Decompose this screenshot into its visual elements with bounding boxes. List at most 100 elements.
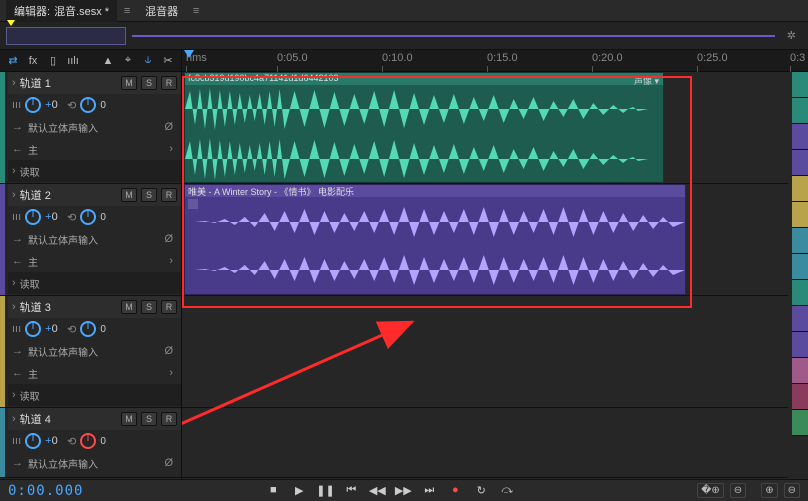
volume-knob[interactable] <box>25 209 41 225</box>
expand-icon[interactable]: › <box>12 413 16 425</box>
timecode-display[interactable]: 0:00.000 <box>8 483 83 499</box>
pan-knob[interactable] <box>80 321 96 337</box>
tab-mixer[interactable]: 混音器 <box>137 0 186 22</box>
audio-clip[interactable]: 唯美 - A Winter Story - 《情书》 电影配乐 <box>184 184 686 295</box>
marker-button[interactable]: ▲ <box>99 52 117 70</box>
track-header: › 轨道 4 M S R ııı +0 ⟲ 0 →默认立体声输入Ø <box>0 408 181 478</box>
solo-button[interactable]: S <box>141 76 157 90</box>
track-lane[interactable] <box>182 408 788 478</box>
track-header-panel: › 轨道 1 M S R ııı +0 ⟲ 0 → 默认立体声输入 <box>0 72 182 479</box>
transport-bar: 0:00.000 ■ ▶ ❚❚ ⏮ ◀◀ ▶▶ ⏭ ● ↻ ⤼ �⊕ ⊖ ⊕ ⊖ <box>0 479 808 501</box>
razor-button[interactable]: ✂ <box>159 52 177 70</box>
pan-knob[interactable] <box>80 209 96 225</box>
track-name[interactable]: 轨道 1 <box>20 75 117 91</box>
record-button[interactable]: ● <box>446 484 464 497</box>
track-output-row[interactable]: ←主› <box>8 250 181 272</box>
expand-icon[interactable]: › <box>12 301 16 313</box>
overview-settings-icon[interactable]: ✲ <box>781 29 802 42</box>
overview-visible-region[interactable] <box>6 27 126 45</box>
automation-mode-row[interactable]: › 读取 <box>8 160 181 182</box>
automation-expand-icon[interactable]: › <box>12 165 16 177</box>
track-header: › 轨道 2 M S R ııı +0 ⟲ 0 →默认立体声输入Ø ←主› ›读… <box>0 184 181 296</box>
pan-value: 0 <box>100 100 118 111</box>
tab-editor[interactable]: 编辑器: 混音.sesx * <box>6 0 117 22</box>
solo-button[interactable]: S <box>141 188 157 202</box>
zoom-in-time-button[interactable]: �⊕ <box>697 483 724 498</box>
ruler-tick: 0:25.0 <box>697 52 728 64</box>
play-button[interactable]: ▶ <box>290 484 308 497</box>
mute-button[interactable]: M <box>121 412 137 426</box>
output-expand-icon[interactable]: › <box>169 143 177 155</box>
track-output-row[interactable]: ←主› <box>8 362 181 384</box>
go-to-start-button[interactable]: ⏮ <box>342 484 360 497</box>
track-input-row[interactable]: → 默认立体声输入 Ø <box>8 116 181 138</box>
loop-button[interactable]: ↻ <box>472 484 490 497</box>
track-output-label: 主 <box>28 142 38 157</box>
audio-clip[interactable]: fc8cb319d190bc4a71141d1d6442103 声像 ▾ <box>184 72 664 183</box>
time-ruler[interactable]: hms 0:05.0 0:10.0 0:15.0 0:20.0 0:25.0 0… <box>182 50 808 71</box>
track-input-row[interactable]: →默认立体声输入Ø <box>8 452 181 474</box>
tab-bar: 编辑器: 混音.sesx * ≡ 混音器 ≡ <box>0 0 808 22</box>
snap-button[interactable]: ⌖ <box>119 52 137 70</box>
record-arm-button[interactable]: R <box>161 300 177 314</box>
volume-knob[interactable] <box>25 433 41 449</box>
pan-knob[interactable] <box>80 433 96 449</box>
track-lane[interactable]: fc8cb319d190bc4a71141d1d6442103 声像 ▾ <box>182 72 788 184</box>
shuffle-button[interactable]: ⇄ <box>4 52 22 70</box>
toolbar-row: ⇄ fx ▯ ıılı ▲ ⌖ ⫝ ✂ hms 0:05.0 0:10.0 0:… <box>0 50 808 72</box>
waveform-icon <box>185 85 663 133</box>
automation-mode-row[interactable]: ›读取 <box>8 384 181 406</box>
ruler-tick: 0:3 <box>790 52 805 64</box>
panel-menu-icon-2[interactable]: ≡ <box>190 5 202 17</box>
mute-button[interactable]: M <box>121 188 137 202</box>
overview-timeline[interactable] <box>132 35 775 37</box>
clip-area[interactable]: fc8cb319d190bc4a71141d1d6442103 声像 ▾ 唯美 … <box>182 72 808 479</box>
record-arm-button[interactable]: R <box>161 188 177 202</box>
sends-button[interactable]: ▯ <box>44 52 62 70</box>
transport-buttons: ■ ▶ ❚❚ ⏮ ◀◀ ▶▶ ⏭ ● ↻ ⤼ <box>264 484 516 497</box>
track-name[interactable]: 轨道 3 <box>20 299 117 315</box>
volume-knob[interactable] <box>25 321 41 337</box>
track-lane[interactable]: 唯美 - A Winter Story - 《情书》 电影配乐 <box>182 184 788 296</box>
record-arm-button[interactable]: R <box>161 412 177 426</box>
zoom-out-amp-button[interactable]: ⊖ <box>784 483 800 498</box>
track-input-row[interactable]: →默认立体声输入Ø <box>8 228 181 250</box>
mute-button[interactable]: M <box>121 300 137 314</box>
pan-knob[interactable] <box>80 97 96 113</box>
panel-menu-icon[interactable]: ≡ <box>121 5 133 17</box>
automation-mode-row[interactable]: ›读取 <box>8 272 181 294</box>
track-name[interactable]: 轨道 2 <box>20 187 117 203</box>
fast-forward-button[interactable]: ▶▶ <box>394 484 412 497</box>
stop-button[interactable]: ■ <box>264 484 282 497</box>
solo-button[interactable]: S <box>141 300 157 314</box>
expand-icon[interactable]: › <box>12 77 16 89</box>
levels-button[interactable]: ıılı <box>64 52 82 70</box>
track-name[interactable]: 轨道 4 <box>20 411 117 427</box>
phase-icon[interactable]: Ø <box>164 121 177 133</box>
magnet-button[interactable]: ⫝ <box>139 52 157 70</box>
pause-button[interactable]: ❚❚ <box>316 484 334 497</box>
track-output-row[interactable]: ← 主 › <box>8 138 181 160</box>
fx-button[interactable]: fx <box>24 52 42 70</box>
waveform-icon <box>185 135 663 183</box>
clip-name: 唯美 - A Winter Story - 《情书》 电影配乐 <box>185 185 685 197</box>
rewind-button[interactable]: ◀◀ <box>368 484 386 497</box>
skip-selection-button[interactable]: ⤼ <box>498 484 516 497</box>
vertical-scrollbar[interactable] <box>792 72 808 436</box>
volume-knob[interactable] <box>25 97 41 113</box>
vol-value: 0 <box>52 211 58 223</box>
meter-icon: ııı <box>12 99 21 111</box>
track-toolbar: ⇄ fx ▯ ıılı ▲ ⌖ ⫝ ✂ <box>0 50 182 71</box>
go-to-end-button[interactable]: ⏭ <box>420 484 438 497</box>
meter-icon: ııı <box>12 211 21 223</box>
expand-icon[interactable]: › <box>12 189 16 201</box>
playhead-handle-icon[interactable] <box>184 50 194 58</box>
track-input-row[interactable]: →默认立体声输入Ø <box>8 340 181 362</box>
solo-button[interactable]: S <box>141 412 157 426</box>
record-arm-button[interactable]: R <box>161 76 177 90</box>
track-lane[interactable] <box>182 296 788 408</box>
zoom-in-amp-button[interactable]: ⊕ <box>761 483 777 498</box>
overview-playhead-icon[interactable] <box>7 20 15 26</box>
zoom-out-time-button[interactable]: ⊖ <box>730 483 746 498</box>
mute-button[interactable]: M <box>121 76 137 90</box>
